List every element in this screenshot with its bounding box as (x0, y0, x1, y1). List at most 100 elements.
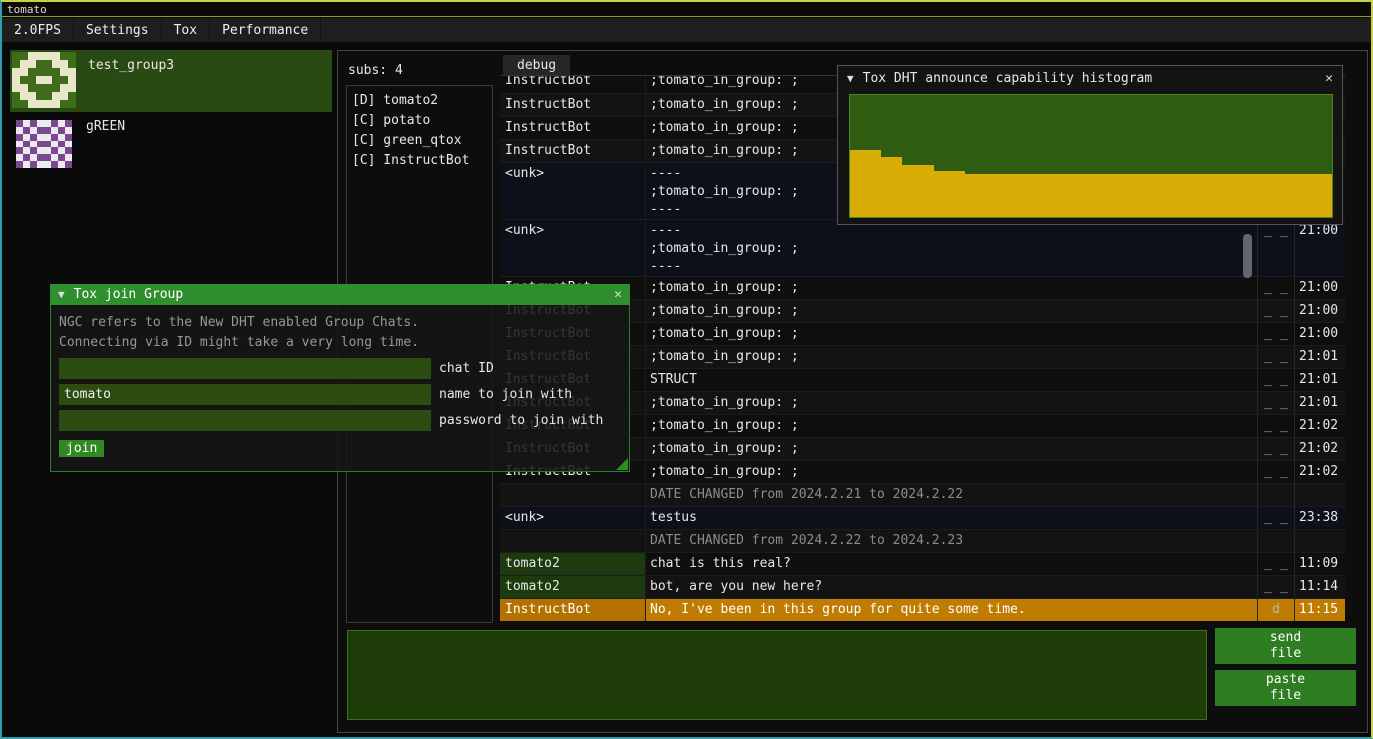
chat-timestamp: 21:02 (1294, 415, 1345, 437)
field-label: name to join with (439, 387, 572, 402)
chat-row[interactable]: tomato2chat is this real?_ _11:09 (500, 552, 1345, 575)
chat-status-flags: _ _ (1257, 346, 1294, 368)
collapse-icon[interactable]: ▼ (58, 288, 65, 301)
histogram-bar (1206, 174, 1216, 217)
chat-row[interactable]: <unk>testus_ _23:38 (500, 506, 1345, 529)
subs-count-label: subs: 4 (348, 63, 403, 78)
chat-message: chat is this real? (645, 553, 1257, 575)
histogram-bar (965, 174, 975, 217)
histogram-bar (1290, 174, 1300, 217)
chat-timestamp: 21:01 (1294, 346, 1345, 368)
histogram-bar (1112, 174, 1122, 217)
histogram-bar (1280, 174, 1290, 217)
histogram-bar (1123, 174, 1133, 217)
sidebar-item-test-group3[interactable]: test_group3 (10, 50, 332, 112)
member-list-item[interactable]: [D] tomato2 (352, 91, 487, 111)
menu-performance[interactable]: Performance (210, 18, 321, 42)
chat-row[interactable]: <unk>---- ;tomato_in_group: ; ----_ _21:… (500, 219, 1345, 276)
chat-sender: <unk> (500, 507, 645, 529)
member-list-item[interactable]: [C] InstructBot (352, 151, 487, 171)
name-to-join-with-input[interactable] (59, 384, 431, 405)
histogram-bar (892, 157, 902, 217)
histogram-bar (902, 165, 912, 217)
chat-timestamp: 21:00 (1294, 300, 1345, 322)
chat-row[interactable]: InstructBotNo, I've been in this group f… (500, 598, 1345, 621)
histogram-bar (1102, 174, 1112, 217)
histogram-bar (913, 165, 923, 217)
chat-message: ;tomato_in_group: ; (645, 415, 1257, 437)
histogram-bar (1070, 174, 1080, 217)
member-list-item[interactable]: [C] potato (352, 111, 487, 131)
chat-status-flags: _ _ (1257, 323, 1294, 345)
histogram-bar (1269, 174, 1279, 217)
chat-message: ;tomato_in_group: ; (645, 392, 1257, 414)
chat-timestamp: 21:01 (1294, 369, 1345, 391)
member-list-item[interactable]: [C] green_qtox (352, 131, 487, 151)
chat-status-flags: _ _ (1257, 300, 1294, 322)
chat-status-flags: _ _ (1257, 415, 1294, 437)
chat-sender: InstructBot (500, 599, 645, 621)
chat-status-flags: _ _ (1257, 438, 1294, 460)
connect-info-line: Connecting via ID might take a very long… (59, 333, 621, 353)
join-field-row: name to join with (59, 384, 621, 405)
chat-sender: InstructBot (500, 94, 645, 116)
collapse-icon[interactable]: ▼ (847, 72, 854, 85)
menu-tox[interactable]: Tox (162, 18, 210, 42)
histogram-bar (1007, 174, 1017, 217)
paste-file-button[interactable]: paste file (1215, 670, 1356, 706)
password-to-join-with-input[interactable] (59, 410, 431, 431)
join-fields: chat IDname to join withpassword to join… (59, 358, 621, 431)
chat-status-flags: _ _ (1257, 277, 1294, 299)
chat-message: ;tomato_in_group: ; (645, 438, 1257, 460)
menu-settings[interactable]: Settings (74, 18, 162, 42)
send-file-button[interactable]: send file (1215, 628, 1356, 664)
histogram-bar (1049, 174, 1059, 217)
chat-message: STRUCT (645, 369, 1257, 391)
histogram-bar (955, 171, 965, 217)
chat-status-flags: _ _ (1257, 222, 1294, 276)
histogram-bar (934, 171, 944, 217)
tab-debug[interactable]: debug (503, 55, 570, 75)
close-icon[interactable]: ✕ (1325, 71, 1333, 86)
ngc-info-line: NGC refers to the New DHT enabled Group … (59, 313, 621, 333)
chat-status-flags: _ _ (1257, 576, 1294, 598)
histogram-bar (1133, 174, 1143, 217)
fps-indicator: 2.0FPS (2, 18, 74, 42)
chat-status-flags (1257, 530, 1294, 552)
close-icon[interactable]: ✕ (614, 287, 622, 302)
histogram-bar (1144, 174, 1154, 217)
group-avatar (12, 52, 76, 108)
histogram-bar (1259, 174, 1269, 217)
chat-message: ;tomato_in_group: ; (645, 277, 1257, 299)
chat-sender (500, 484, 645, 506)
chat-ID-input[interactable] (59, 358, 431, 379)
chat-row[interactable]: tomato2bot, are you new here?_ _11:14 (500, 575, 1345, 598)
chat-sender: <unk> (500, 165, 645, 219)
chat-message: bot, are you new here? (645, 576, 1257, 598)
sidebar-item-green[interactable]: gREEN (10, 114, 332, 176)
histogram-bar (986, 174, 996, 217)
join-button[interactable]: join (59, 440, 104, 457)
histogram-bar (1238, 174, 1248, 217)
menu-bar: 2.0FPS Settings Tox Performance (2, 18, 1371, 42)
chat-row[interactable]: DATE CHANGED from 2024.2.21 to 2024.2.22 (500, 483, 1345, 506)
message-input[interactable] (347, 630, 1207, 720)
histogram-bar (881, 157, 891, 217)
histogram-bar (1165, 174, 1175, 217)
resize-grip-icon[interactable] (616, 458, 628, 470)
chat-row[interactable]: DATE CHANGED from 2024.2.22 to 2024.2.23 (500, 529, 1345, 552)
chat-timestamp: 21:02 (1294, 438, 1345, 460)
chat-message: ;tomato_in_group: ; (645, 323, 1257, 345)
chat-message: No, I've been in this group for quite so… (645, 599, 1257, 621)
chat-status-flags: _ _ (1257, 507, 1294, 529)
chat-timestamp: 21:02 (1294, 461, 1345, 483)
chat-message: ---- ;tomato_in_group: ; ---- (645, 222, 1257, 276)
histogram-bar (976, 174, 986, 217)
chat-sender: InstructBot (500, 140, 645, 162)
field-label: chat ID (439, 361, 494, 376)
scrollbar-thumb[interactable] (1243, 234, 1252, 278)
chat-message: ;tomato_in_group: ; (645, 300, 1257, 322)
chat-sender: tomato2 (500, 553, 645, 575)
histogram-bar (1217, 174, 1227, 217)
chat-status-flags: _ _ (1257, 461, 1294, 483)
